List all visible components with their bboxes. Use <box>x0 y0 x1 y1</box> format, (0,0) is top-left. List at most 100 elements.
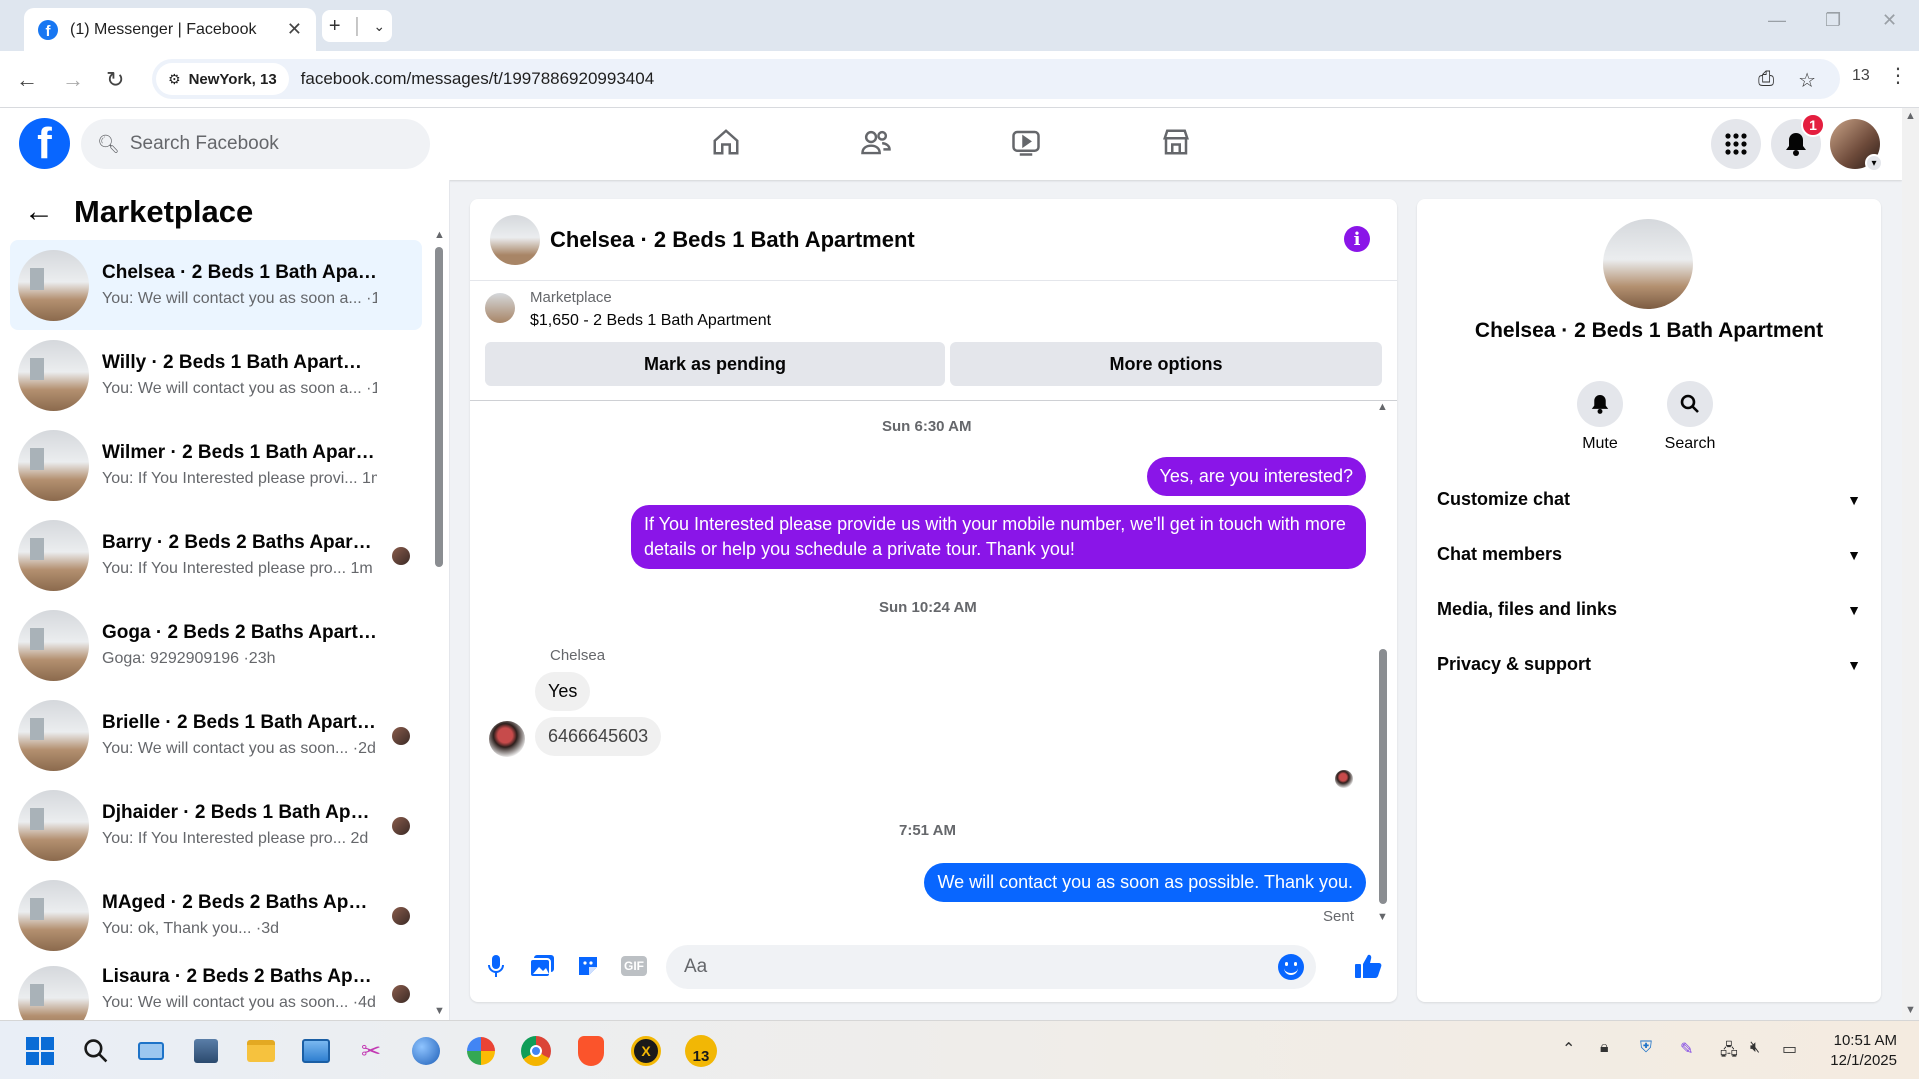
incoming-message[interactable]: 6466645603 <box>535 717 662 756</box>
address-bar[interactable]: ⚙ NewYork, 13 facebook.com/messages/t/19… <box>152 59 1840 99</box>
marketplace-listing-row[interactable]: Marketplace $1,650 - 2 Beds 1 Bath Apart… <box>485 289 771 330</box>
conversation-item[interactable]: Djhaider · 2 Beds 1 Bath Apart... You: If… <box>10 780 422 870</box>
conversation-item[interactable]: Chelsea · 2 Beds 1 Bath Apartment You: We… <box>10 240 422 330</box>
sidebar-scrollbar[interactable]: ▲ ▼ <box>434 229 445 1017</box>
marketplace-nav-icon[interactable] <box>1156 122 1196 162</box>
minimize-icon[interactable]: — <box>1768 10 1786 31</box>
menu-grid-icon[interactable] <box>1711 119 1761 169</box>
conversation-item[interactable]: Wilmer · 2 Beds 1 Bath Apartment You: If … <box>10 420 422 510</box>
sticker-icon[interactable] <box>574 952 602 980</box>
scrollbar-thumb[interactable] <box>1379 649 1387 904</box>
snipping-tool-icon[interactable]: ✂ <box>355 1035 387 1067</box>
chat-title[interactable]: Chelsea · 2 Beds 1 Bath Apartment <box>550 227 915 253</box>
chat-scrollbar[interactable]: ▲ ▼ <box>1377 401 1388 923</box>
windows-start-icon[interactable] <box>24 1035 56 1067</box>
show-hidden-icons-chevron-icon[interactable]: ⌃ <box>1562 1039 1575 1059</box>
customize-chat-section[interactable]: Customize chat ▼ <box>1437 489 1861 510</box>
file-explorer-icon[interactable] <box>245 1035 277 1067</box>
back-icon[interactable]: ← <box>16 67 38 93</box>
system-clock[interactable]: 10:51 AM 12/1/2025 <box>1830 1031 1897 1071</box>
scroll-down-icon[interactable]: ▼ <box>1905 1004 1916 1016</box>
close-tab-icon[interactable]: ✕ <box>287 19 302 40</box>
media-files-section[interactable]: Media, files and links ▼ <box>1437 599 1861 620</box>
scroll-down-icon[interactable]: ▼ <box>434 1005 445 1017</box>
task-view-icon[interactable] <box>135 1035 167 1067</box>
privacy-support-section[interactable]: Privacy & support ▼ <box>1437 654 1861 675</box>
globe-app-icon[interactable] <box>410 1035 442 1067</box>
listing-thumbnail <box>18 339 89 411</box>
profile-app-icon[interactable]: 13 <box>685 1035 717 1067</box>
watch-nav-icon[interactable] <box>1006 122 1046 162</box>
browser-menu-icon[interactable]: ⋮ <box>1888 63 1908 88</box>
google-app-icon[interactable] <box>465 1035 497 1067</box>
page-scrollbar[interactable]: ▲ ▼ <box>1902 108 1919 1020</box>
scroll-up-icon[interactable]: ▲ <box>434 229 445 241</box>
conversation-item[interactable]: Lisaura · 2 Beds 2 Baths Apart... You: We… <box>10 960 422 1020</box>
gif-icon[interactable]: GIF <box>620 952 648 980</box>
facebook-search-input[interactable]: 🔍︎ Search Facebook <box>81 119 430 169</box>
reload-icon[interactable]: ↻ <box>106 67 124 93</box>
restore-icon[interactable]: ❐ <box>1825 10 1841 31</box>
volume-muted-icon[interactable]: 🔇︎ <box>1750 1039 1760 1057</box>
outgoing-message[interactable]: If You Interested please provide us with… <box>631 505 1366 569</box>
listing-thumbnail <box>18 699 89 771</box>
scroll-down-icon[interactable]: ▼ <box>1377 911 1388 923</box>
ixbrowser-icon[interactable]: X <box>630 1035 662 1067</box>
photos-app-icon[interactable] <box>300 1035 332 1067</box>
incoming-message[interactable]: Yes <box>535 672 591 711</box>
thumbs-up-icon[interactable] <box>1354 952 1382 980</box>
scrollbar-thumb[interactable] <box>435 247 443 567</box>
chat-panel: Chelsea · 2 Beds 1 Bath Apartment i Mark… <box>470 199 1397 1002</box>
brave-browser-icon[interactable] <box>575 1035 607 1067</box>
forward-icon[interactable]: → <box>62 67 84 93</box>
scroll-up-icon[interactable]: ▲ <box>1905 110 1916 122</box>
search-icon[interactable] <box>80 1035 112 1067</box>
close-window-icon[interactable]: ✕ <box>1882 10 1897 31</box>
battery-icon[interactable]: ▭ <box>1782 1039 1797 1059</box>
pen-icon[interactable]: ✎ <box>1680 1039 1693 1059</box>
profile-avatar[interactable]: ▾ <box>1830 119 1883 172</box>
seen-avatar <box>392 907 410 925</box>
scroll-up-icon[interactable]: ▲ <box>1377 401 1388 413</box>
tab-search-chevron-icon[interactable]: ⌄ <box>373 18 385 35</box>
chat-members-section[interactable]: Chat members ▼ <box>1437 544 1861 565</box>
conversation-item[interactable]: Goga · 2 Beds 2 Baths Apartment Goga: 929… <box>10 600 422 690</box>
new-tab-icon[interactable]: + <box>329 15 341 38</box>
friends-nav-icon[interactable] <box>856 122 896 162</box>
conversation-item[interactable]: MAged · 2 Beds 2 Baths Apart... You: ok, … <box>10 870 422 960</box>
conversation-item[interactable]: Barry · 2 Beds 2 Baths Apartm... You: If … <box>10 510 422 600</box>
mute-button[interactable]: Mute <box>1565 381 1635 453</box>
extension-count[interactable]: 13 <box>1852 67 1870 85</box>
conversation-item[interactable]: Willy · 2 Beds 1 Bath Apartment You: We w… <box>10 330 422 420</box>
notifications-button[interactable]: 1 <box>1771 113 1825 169</box>
facebook-logo-icon[interactable]: f <box>19 118 70 169</box>
bookmark-star-icon[interactable]: ☆ <box>1798 68 1816 93</box>
network-app-icon[interactable] <box>190 1035 222 1067</box>
search-chat-button[interactable]: Search <box>1655 381 1725 453</box>
sender-avatar[interactable] <box>489 721 525 757</box>
mark-as-pending-button[interactable]: Mark as pending <box>485 342 945 386</box>
outgoing-message[interactable]: We will contact you as soon as possible.… <box>924 863 1366 902</box>
browser-tab-bar: f (1) Messenger | Facebook ✕ + | ⌄ — ❐ ✕ <box>0 0 1919 51</box>
chat-avatar[interactable] <box>490 214 540 265</box>
conversation-item[interactable]: Brielle · 2 Beds 1 Bath Apartm... You: We… <box>10 690 422 780</box>
home-nav-icon[interactable] <box>706 122 746 162</box>
info-icon[interactable]: i <box>1344 226 1370 252</box>
security-shield-icon[interactable]: ⛨ <box>1640 1039 1652 1057</box>
network-icon[interactable]: 🖧︎ <box>1720 1039 1738 1066</box>
microphone-icon[interactable] <box>482 952 510 980</box>
outgoing-message[interactable]: Yes, are you interested? <box>1146 457 1366 496</box>
more-options-button[interactable]: More options <box>950 342 1382 386</box>
emoji-icon[interactable] <box>1278 954 1304 980</box>
account-chevron-icon[interactable]: ▾ <box>1865 154 1883 172</box>
conversation-name: Lisaura · 2 Beds 2 Baths Apart... <box>102 966 377 987</box>
install-app-icon[interactable]: ⎙ <box>1758 68 1774 93</box>
chrome-icon[interactable] <box>520 1035 552 1067</box>
photo-icon[interactable] <box>528 952 556 980</box>
back-arrow-icon[interactable]: ← <box>24 195 54 229</box>
vpn-lock-icon[interactable]: 🔒︎ <box>1600 1039 1609 1057</box>
browser-tab[interactable]: f (1) Messenger | Facebook ✕ <box>24 8 316 51</box>
message-input[interactable]: Aa <box>666 945 1316 989</box>
site-info-chip[interactable]: ⚙ NewYork, 13 <box>156 63 289 95</box>
chat-profile-avatar[interactable] <box>1603 219 1693 309</box>
